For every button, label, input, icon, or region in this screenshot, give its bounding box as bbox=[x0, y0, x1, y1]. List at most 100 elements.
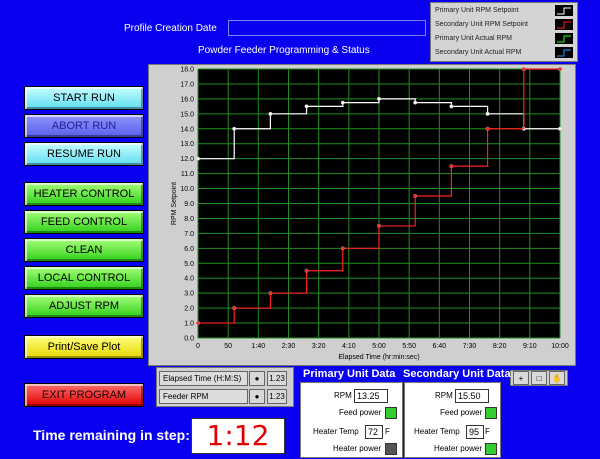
legend-label: Secondary Unit Actual RPM bbox=[435, 49, 522, 56]
primary-unit-title: Primary Unit Data bbox=[303, 368, 396, 380]
series-point bbox=[485, 126, 490, 131]
legend-swatch-blue[interactable] bbox=[555, 47, 573, 58]
secondary-heater-power-label: Heater power bbox=[434, 444, 483, 453]
series-point bbox=[232, 126, 237, 131]
pan-hand-icon[interactable]: ✋ bbox=[549, 371, 565, 385]
y-tick-label: 7.0 bbox=[184, 231, 194, 238]
y-tick-label: 5.0 bbox=[184, 261, 194, 268]
primary-heater-power-label: Heater power bbox=[333, 444, 382, 453]
legend-item-primary-setpoint: Primary Unit RPM Setpoint bbox=[435, 4, 575, 18]
secondary-feed-power-led bbox=[485, 407, 497, 419]
primary-heater-temp-value: 72 bbox=[365, 425, 383, 439]
secondary-unit-panel: RPM 15.50 Feed power Heater Temp 95 F He… bbox=[404, 382, 501, 458]
x-tick-label: 3:20 bbox=[312, 343, 326, 350]
series-point bbox=[413, 194, 418, 199]
exit-program-button[interactable]: EXIT PROGRAM bbox=[24, 383, 144, 407]
profile-date-label: Profile Creation Date bbox=[124, 23, 217, 34]
time-remaining-label: Time remaining in step: bbox=[33, 427, 190, 443]
x-format-button[interactable]: 1.23 bbox=[267, 371, 287, 386]
series-point bbox=[232, 306, 237, 311]
y-tick-label: 15.0 bbox=[180, 111, 194, 118]
y-tick-label: 4.0 bbox=[184, 276, 194, 283]
series-point bbox=[340, 246, 345, 251]
lock-icon[interactable]: ● bbox=[249, 389, 265, 404]
series-point bbox=[196, 321, 201, 326]
x-tick-label: 10:00 bbox=[551, 343, 569, 350]
series-point bbox=[521, 67, 526, 71]
x-tick-label: 2:30 bbox=[282, 343, 296, 350]
x-tick-label: 4:10 bbox=[342, 343, 356, 350]
legend-label: Primary Unit Actual RPM bbox=[435, 35, 513, 42]
secondary-heater-temp-label: Heater Temp bbox=[414, 427, 460, 436]
abort-run-button[interactable]: ABORT RUN bbox=[24, 114, 144, 138]
legend-item-primary-actual: Primary Unit Actual RPM bbox=[435, 32, 575, 46]
chart-title: Powder Feeder Programming & Status bbox=[198, 45, 370, 56]
chart-controls: Elapsed Time (H:M:S) ● 1.23 Feeder RPM ●… bbox=[156, 367, 294, 407]
y-tick-label: 0.0 bbox=[184, 336, 194, 343]
primary-rpm-value: 13.25 bbox=[354, 389, 388, 403]
series-point bbox=[376, 223, 381, 228]
x-tick-label: 5:00 bbox=[372, 343, 386, 350]
x-tick-label: 0 bbox=[196, 343, 200, 350]
x-tick-label: 1:40 bbox=[252, 343, 266, 350]
y-tick-label: 2.0 bbox=[184, 306, 194, 313]
zoom-icon[interactable]: □ bbox=[531, 371, 547, 385]
secondary-heater-power-led bbox=[485, 443, 497, 455]
feed-control-button[interactable]: FEED CONTROL bbox=[24, 210, 144, 234]
series-point bbox=[376, 96, 381, 101]
y-tick-label: 9.0 bbox=[184, 201, 194, 208]
series-point bbox=[268, 291, 273, 296]
print-save-plot-button[interactable]: Print/Save Plot bbox=[24, 335, 144, 359]
x-tick-label: 5:50 bbox=[402, 343, 416, 350]
x-tick-label: 6:40 bbox=[433, 343, 447, 350]
y-tick-label: 11.0 bbox=[181, 171, 194, 178]
x-axis-selector[interactable]: Elapsed Time (H:M:S) bbox=[159, 371, 248, 386]
secondary-heater-temp-value: 95 bbox=[466, 425, 484, 439]
y-tick-label: 18.0 bbox=[180, 67, 194, 74]
secondary-temp-unit: F bbox=[485, 427, 490, 436]
adjust-rpm-button[interactable]: ADJUST RPM bbox=[24, 294, 144, 318]
legend-label: Primary Unit RPM Setpoint bbox=[435, 7, 519, 14]
secondary-rpm-value: 15.50 bbox=[455, 389, 489, 403]
x-tick-label: 8:20 bbox=[493, 343, 507, 350]
series-point bbox=[304, 104, 309, 109]
start-run-button[interactable]: START RUN bbox=[24, 86, 144, 110]
primary-temp-unit: F bbox=[385, 427, 390, 436]
chart-panel: 0 50 1:40 2:30 3:20 4:10 5:00 5:50 6:40 7:30 8:20 9… bbox=[148, 64, 576, 366]
series-point bbox=[196, 156, 201, 161]
crosshair-icon[interactable]: + bbox=[513, 371, 529, 385]
series-point bbox=[340, 100, 345, 105]
x-tick-label: 50 bbox=[224, 343, 232, 350]
resume-run-button[interactable]: RESUME RUN bbox=[24, 142, 144, 166]
y-tick-label: 13.0 bbox=[180, 141, 194, 148]
lock-icon[interactable]: ● bbox=[249, 371, 265, 386]
legend-item-secondary-actual: Secondary Unit Actual RPM bbox=[435, 46, 575, 60]
local-control-button[interactable]: LOCAL CONTROL bbox=[24, 266, 144, 290]
legend-swatch-red[interactable] bbox=[555, 19, 573, 30]
y-tick-label: 16.0 bbox=[180, 96, 194, 103]
y-tick-label: 3.0 bbox=[184, 291, 194, 298]
profile-date-field[interactable] bbox=[228, 20, 426, 36]
legend-label: Secondary Unit RPM Setpoint bbox=[435, 21, 528, 28]
y-format-button[interactable]: 1.23 bbox=[267, 389, 287, 404]
rpm-chart[interactable]: 0 50 1:40 2:30 3:20 4:10 5:00 5:50 6:40 7:30 8:20 9… bbox=[149, 65, 575, 365]
x-tick-label: 9:10 bbox=[523, 343, 537, 350]
series-point bbox=[449, 164, 454, 169]
heater-control-button[interactable]: HEATER CONTROL bbox=[24, 182, 144, 206]
legend-swatch-green[interactable] bbox=[555, 33, 573, 44]
legend-swatch-white[interactable] bbox=[555, 5, 573, 16]
plot-legend: Primary Unit RPM Setpoint Secondary Unit… bbox=[430, 2, 578, 62]
series-point bbox=[304, 268, 309, 273]
secondary-feed-power-label: Feed power bbox=[440, 408, 483, 417]
y-tick-label: 14.0 bbox=[180, 126, 194, 133]
legend-item-secondary-setpoint: Secondary Unit RPM Setpoint bbox=[435, 18, 575, 32]
secondary-rpm-label: RPM bbox=[435, 391, 453, 400]
series-point bbox=[558, 67, 563, 71]
primary-unit-panel: RPM 13.25 Feed power Heater Temp 72 F He… bbox=[300, 382, 403, 458]
secondary-unit-title: Secondary Unit Data bbox=[403, 368, 511, 380]
y-axis-selector[interactable]: Feeder RPM bbox=[159, 389, 248, 404]
series-point bbox=[485, 111, 490, 116]
primary-heater-temp-label: Heater Temp bbox=[313, 427, 359, 436]
clean-button[interactable]: CLEAN bbox=[24, 238, 144, 262]
x-axis-label: Elapsed Time (hr:min:sec) bbox=[338, 354, 419, 361]
